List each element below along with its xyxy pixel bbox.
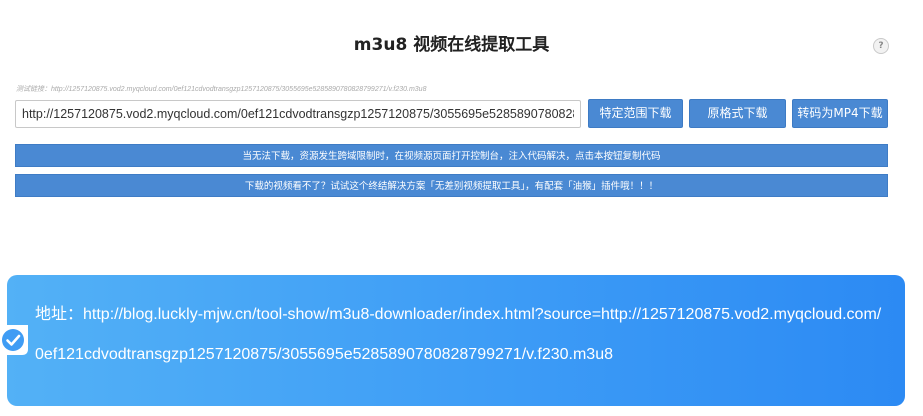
mp4-download-button[interactable]: 转码为MP4下载 — [792, 99, 888, 128]
toast-address-text: 地址：http://blog.luckly-mjw.cn/tool-show/m… — [35, 306, 882, 363]
ultimate-solution-button[interactable]: 下载的视频看不了？试试这个终结解决方案「无差别视频提取工具」，有配套「油猴」插件… — [15, 174, 888, 197]
m3u8-url-input[interactable] — [15, 100, 581, 128]
original-download-button[interactable]: 原格式下载 — [689, 99, 786, 128]
check-circle-icon — [2, 325, 28, 355]
page-title: m3u8 视频在线提取工具 — [353, 35, 550, 55]
help-icon[interactable]: ? — [873, 38, 889, 54]
cors-copy-code-button[interactable]: 当无法下载，资源发生跨域限制时，在视频源页面打开控制台，注入代码解决，点击本按钮… — [15, 144, 888, 167]
address-toast: 地址：http://blog.luckly-mjw.cn/tool-show/m… — [2, 275, 905, 406]
test-link-text[interactable]: 测试链接：http://1257120875.vod2.myqcloud.com… — [16, 84, 426, 94]
range-download-button[interactable]: 特定范围下载 — [588, 99, 683, 128]
